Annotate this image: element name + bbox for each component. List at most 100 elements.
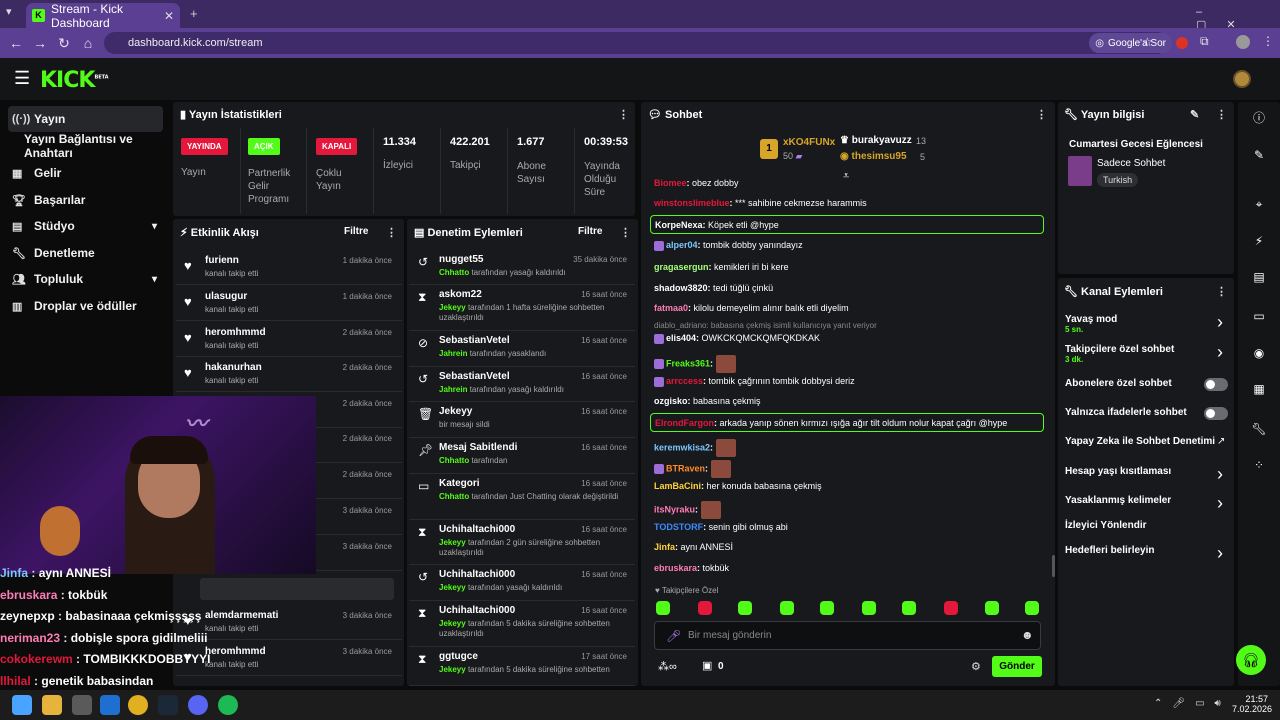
activity-menu-icon[interactable]: ⋮: [386, 226, 397, 239]
moderator-name[interactable]: Chhatto: [439, 268, 469, 277]
quick-emote-icon[interactable]: [862, 601, 876, 615]
chat-username[interactable]: arrccess: [666, 376, 703, 386]
chat-bubble-icon[interactable]: ▭: [1248, 305, 1270, 327]
wrench-icon[interactable]: 🔧︎: [1248, 418, 1270, 440]
chat-username[interactable]: Freaks361: [666, 358, 710, 368]
sidebar-item-studyo[interactable]: ▤ Stüdyo ▾: [8, 213, 163, 239]
activity-row[interactable]: ♥ hakanurhan kanalı takip etti 2 dakika önc…: [176, 357, 402, 392]
chat-menu-icon[interactable]: ⋮: [1036, 108, 1047, 121]
quick-emote-icon[interactable]: [656, 601, 670, 615]
chat-message[interactable]: winstonslimeblue: *** sahibine cekmezse …: [654, 198, 867, 208]
moderator-name[interactable]: Jekeyy: [439, 583, 466, 592]
toggle-switch[interactable]: [1204, 407, 1228, 420]
channel-actions-menu-icon[interactable]: ⋮: [1216, 285, 1227, 298]
sidebar-item-stream-key[interactable]: Yayın Bağlantısı ve Anahtarı: [20, 132, 170, 160]
sidebar-item-topluluk[interactable]: 👥︎ Topluluk ▾: [8, 266, 163, 292]
chat-username[interactable]: Jinfa: [654, 542, 675, 552]
chat-username[interactable]: ebruskara: [654, 563, 697, 573]
external-link-icon[interactable]: ↗: [1217, 436, 1225, 447]
chat-username[interactable]: ozgisko: [654, 396, 688, 406]
file-explorer-icon[interactable]: [42, 695, 62, 715]
chat-message[interactable]: Freaks361:: [654, 355, 736, 373]
sidebar-item-denetleme[interactable]: 🔧︎ Denetleme: [8, 240, 163, 266]
channel-action-item[interactable]: İzleyici Yönlendir: [1065, 520, 1147, 531]
moderation-row[interactable]: ⧗ ggtugce Jekeyy tarafından 5 dakika sürel…: [409, 647, 635, 686]
moderation-row[interactable]: 📌︎ Mesaj Sabitlendi Chhatto tarafından 16 s…: [409, 438, 635, 474]
browser-menu-icon[interactable]: ⋮: [1262, 34, 1274, 48]
moderator-name[interactable]: Chhatto: [439, 456, 469, 465]
store-icon[interactable]: ▣: [702, 659, 712, 672]
quick-emote-icon[interactable]: [902, 601, 916, 615]
chat-message[interactable]: arrccess: tombik çağrının tombik dobbysi…: [654, 376, 855, 387]
activity-row[interactable]: ♥ furienn kanalı takip etti 1 dakika önce: [176, 250, 402, 285]
chat-message[interactable]: shadow3820: tedi tüğlü çinkü: [654, 283, 773, 293]
moderation-row[interactable]: 🗑︎ Jekeyy bir mesajı sildi 16 saat önce: [409, 402, 635, 438]
moderation-row[interactable]: ↺ SebastianVetel Jahrein tarafından yasağı…: [409, 367, 635, 402]
moderation-row[interactable]: ⊘ SebastianVetel Jahrein tarafından yasakl…: [409, 331, 635, 367]
chevron-right-icon[interactable]: ›: [1217, 312, 1223, 333]
moderator-name[interactable]: Jahrein: [439, 349, 467, 358]
bookmark-star-icon[interactable]: ☆: [1142, 35, 1153, 49]
chat-username[interactable]: KorpeNexa: [655, 220, 703, 230]
tray-icons[interactable]: ⌃🎤︎▭🔊︎: [1154, 698, 1231, 709]
outlook-icon[interactable]: [100, 695, 120, 715]
chat-message[interactable]: BTRaven:: [654, 460, 731, 478]
google-sor-button[interactable]: ◎ Google'a Sor: [1089, 33, 1172, 53]
chat-message[interactable]: ElrondFargon: arkada yanıp sönen kırmızı…: [650, 413, 1044, 432]
windows-start-icon[interactable]: [12, 695, 32, 715]
chat-settings-gear-icon[interactable]: ⚙: [971, 660, 981, 673]
channel-action-item[interactable]: Hesap yaşı kısıtlaması: [1065, 466, 1171, 477]
broadcast-icon[interactable]: ◉: [1248, 342, 1270, 364]
kick-logo[interactable]: KICKBETA: [40, 68, 109, 93]
top-gifter-3[interactable]: ◉ thesimsu95: [840, 151, 907, 162]
user-avatar[interactable]: [1233, 70, 1251, 88]
moderator-name[interactable]: Jekeyy: [439, 665, 466, 674]
chat-username[interactable]: itsNyraku: [654, 504, 695, 514]
steam-icon[interactable]: [158, 695, 178, 715]
chat-username[interactable]: BTRaven: [666, 463, 705, 473]
chat-username[interactable]: fatmaa0: [654, 303, 688, 313]
collapse-icon[interactable]: ⩡: [843, 170, 849, 183]
bolt-icon[interactable]: ⚡︎: [1248, 230, 1270, 252]
category-name[interactable]: Sadece Sohbet: [1097, 158, 1165, 169]
back-icon[interactable]: ←: [4, 35, 28, 51]
moderator-name[interactable]: Jekeyy: [439, 619, 466, 628]
moderator-name[interactable]: Jekeyy: [439, 303, 466, 312]
channel-action-item[interactable]: Hedefleri belirleyin: [1065, 545, 1154, 556]
sidebar-item-yayin[interactable]: ((·)) Yayın: [8, 106, 163, 132]
chat-username[interactable]: elis404: [666, 333, 696, 343]
moderator-name[interactable]: Jekeyy: [439, 538, 466, 547]
chat-message[interactable]: keremwkisa2:: [654, 439, 736, 457]
chat-username[interactable]: keremwkisa2: [654, 442, 710, 452]
tab-list-icon[interactable]: ▾: [6, 5, 12, 18]
channel-action-item[interactable]: Yapay Zeka ile Sohbet Denetimi: [1065, 436, 1215, 447]
chevron-right-icon[interactable]: ›: [1217, 464, 1223, 485]
app-icon[interactable]: [72, 695, 92, 715]
spotify-icon[interactable]: [218, 695, 238, 715]
toggle-switch[interactable]: [1204, 378, 1228, 391]
chevron-right-icon[interactable]: ›: [1217, 543, 1223, 564]
url-field[interactable]: dashboard.kick.com/stream: [104, 32, 1168, 54]
chat-username[interactable]: Biomee: [654, 178, 687, 188]
chrome-icon[interactable]: [128, 695, 148, 715]
pencil-icon[interactable]: ✎: [1248, 144, 1270, 166]
moderation-menu-icon[interactable]: ⋮: [620, 226, 631, 239]
channel-action-item[interactable]: Yasaklanmış kelimeler: [1065, 495, 1171, 506]
nodes-icon[interactable]: ⁘: [1248, 454, 1270, 476]
channel-action-item[interactable]: Yavaş mod 5 sn.: [1065, 314, 1117, 334]
moderator-name[interactable]: Jahrein: [439, 385, 467, 394]
top-gifter-2[interactable]: ♛ burakyavuzz: [840, 135, 912, 146]
chat-message[interactable]: diablo_adriano: babasına çekmiş isimli k…: [654, 321, 877, 344]
emoji-picker-icon[interactable]: ☻: [1021, 628, 1034, 642]
activity-row[interactable]: ♥ heromhmmd kanalı takip etti 2 dakika önce: [176, 322, 402, 357]
hamburger-menu-icon[interactable]: ☰: [14, 68, 30, 89]
activity-row[interactable]: ♥ ulasugur kanalı takip etti 1 dakika önce: [176, 286, 402, 321]
extension-icon[interactable]: [1176, 37, 1188, 49]
chat-message[interactable]: Biomee: obez dobby: [654, 178, 739, 188]
activity-filter-button[interactable]: Filtre: [344, 226, 368, 237]
sidebar-item-basarilar[interactable]: 🏆︎ Başarılar: [8, 187, 163, 213]
quick-emote-icon[interactable]: [820, 601, 834, 615]
moderation-row[interactable]: ⧗ Uchihaltachi000 Jekeyy tarafından 2 gün …: [409, 520, 635, 565]
stream-info-menu-icon[interactable]: ⋮: [1216, 108, 1227, 121]
chat-message[interactable]: KorpeNexa: Köpek etli @hype: [650, 215, 1044, 234]
